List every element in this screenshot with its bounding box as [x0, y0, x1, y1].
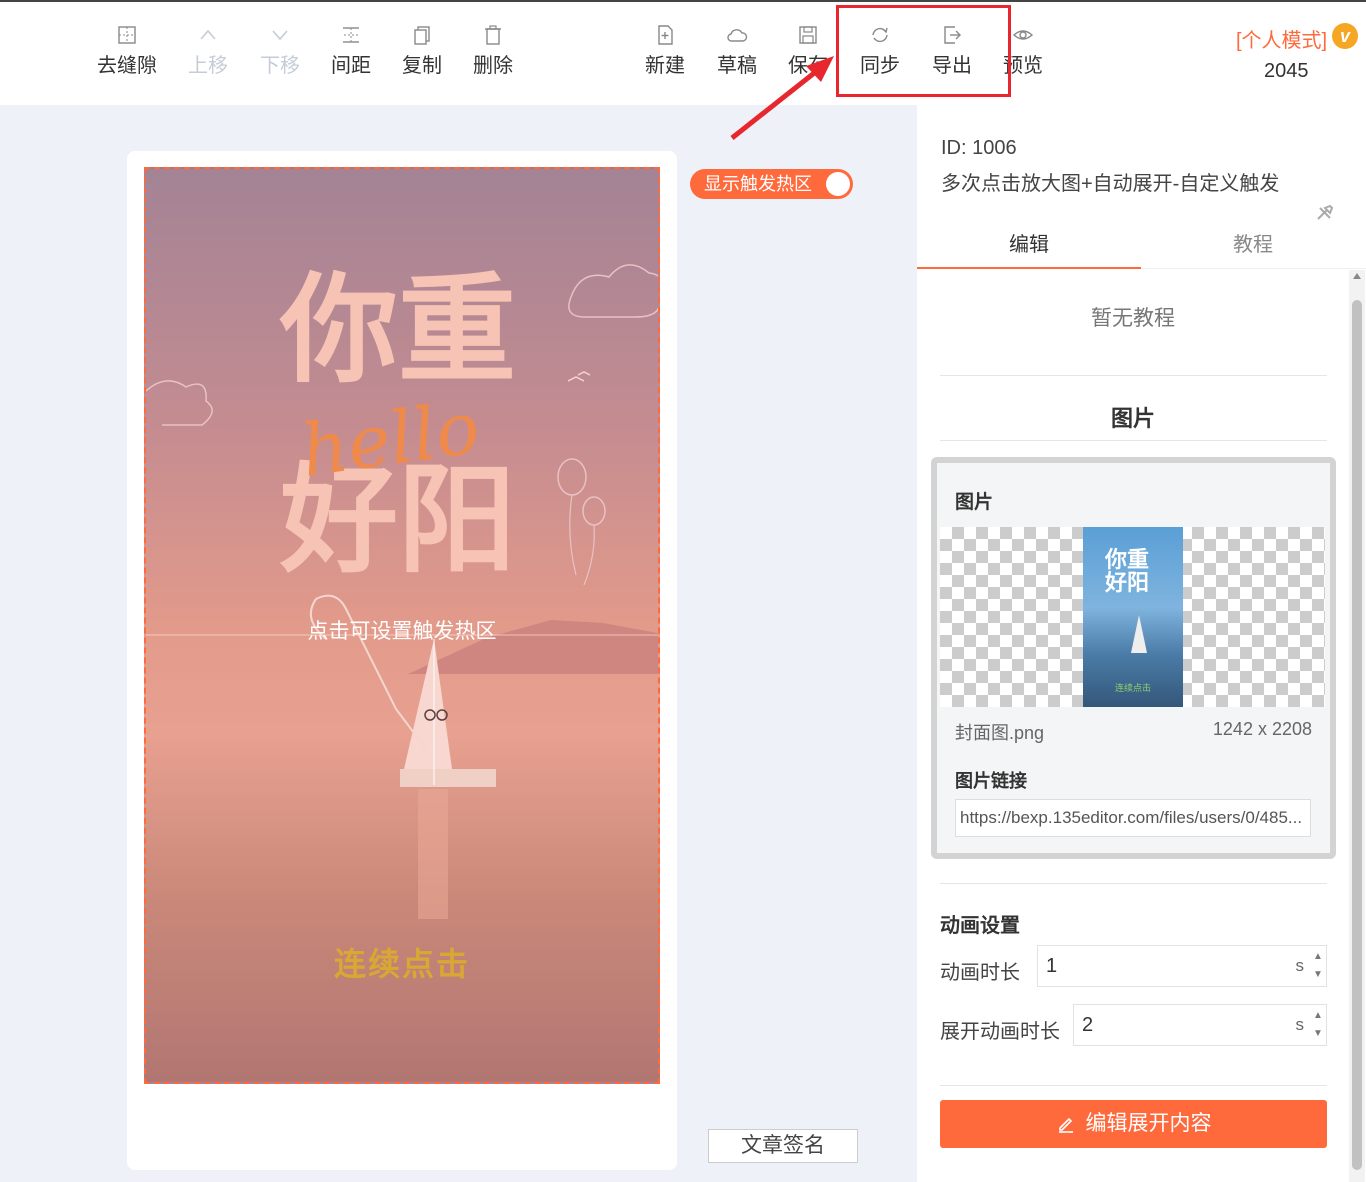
spacing-icon	[343, 27, 359, 43]
draft-button[interactable]: 草稿	[705, 24, 769, 78]
expand-duration-label: 展开动画时长	[940, 1021, 1060, 1043]
poster-image[interactable]: 你重 好阳 hello 点击可设置触发热区 连续点击	[144, 167, 660, 1084]
thumb-tap-text: 连续点击	[1114, 683, 1151, 693]
new-label: 新建	[645, 55, 685, 77]
thumb-sail-shape	[1131, 615, 1147, 653]
template-id: ID: 1006	[941, 137, 1017, 159]
edit-expand-content-button[interactable]: 编辑展开内容	[940, 1100, 1327, 1148]
divider	[940, 375, 1327, 376]
copy-icon	[414, 26, 430, 45]
signature-button[interactable]: 文章签名	[708, 1129, 858, 1163]
copy-button[interactable]: 复制	[390, 24, 454, 78]
move-down-button[interactable]: 下移	[248, 24, 312, 78]
toggle-knob	[826, 172, 850, 196]
thumb-text-bottom: 好阳	[1105, 570, 1150, 597]
image-settings-box: 图片 你重 好阳 连续点击 封面图.png 1242 x 2208 图片链接 ht…	[931, 457, 1336, 859]
move-down-label: 下移	[260, 55, 300, 77]
thumb-text: 你重 好阳	[1105, 547, 1150, 597]
cloud-icon	[727, 29, 748, 42]
file-size: 1242 x 2208	[1212, 719, 1312, 739]
image-thumbnail[interactable]: 你重 好阳 连续点击	[1083, 527, 1183, 707]
panel-scrollbar-thumb[interactable]	[1352, 300, 1362, 1170]
duration-input[interactable]: 1 s ▲ ▼	[1037, 945, 1327, 987]
save-label: 保存	[788, 55, 828, 77]
remove-gap-label: 去缝隙	[97, 55, 157, 77]
save-button[interactable]: 保存	[776, 24, 840, 78]
spacing-label: 间距	[331, 55, 371, 77]
tools-icon[interactable]	[1315, 203, 1335, 223]
spacing-button[interactable]: 间距	[319, 24, 383, 78]
remove-gap-button[interactable]: 去缝隙	[95, 24, 159, 78]
duration-stepper-icon[interactable]: ▲ ▼	[1312, 948, 1324, 984]
duration-unit: s	[1295, 956, 1305, 975]
new-file-icon	[658, 25, 673, 45]
copy-label: 复制	[402, 55, 442, 77]
expand-duration-value: 2	[1082, 1014, 1094, 1036]
template-name: 多次点击放大图+自动展开-自定义触发	[941, 173, 1280, 195]
chevron-down-icon	[272, 30, 288, 41]
tap-text: 连续点击	[333, 946, 470, 982]
panel-tabs: 编辑 教程	[917, 225, 1366, 269]
expand-stepper-icon[interactable]: ▲ ▼	[1312, 1007, 1324, 1043]
divider	[940, 1085, 1327, 1086]
draft-label: 草稿	[717, 55, 757, 77]
image-link-input[interactable]: https://bexp.135editor.com/files/users/0…	[955, 799, 1311, 837]
top-toolbar: 去缝隙 上移 下移 间距 复制 删除 新建 草稿 保存 同步 导出 预览 [个人…	[0, 2, 1366, 105]
vip-badge-icon: v	[1332, 23, 1358, 49]
thumb-text-top: 你重	[1105, 547, 1150, 573]
no-tutorial-text: 暂无教程	[1091, 307, 1175, 330]
expand-duration-input[interactable]: 2 s ▲ ▼	[1073, 1004, 1327, 1046]
duration-value: 1	[1046, 955, 1058, 977]
pencil-icon	[1058, 1117, 1073, 1133]
hotspot-toggle[interactable]: 显示触发热区	[690, 169, 853, 199]
delete-label: 删除	[473, 55, 513, 77]
poster-title-top: 你重	[280, 260, 517, 399]
image-box-title: 图片	[955, 492, 994, 513]
personal-mode-link[interactable]: [个人模式]	[1236, 24, 1327, 53]
duration-label: 动画时长	[940, 962, 1020, 984]
right-panel: ID: 1006 多次点击放大图+自动展开-自定义触发 编辑 教程 暂无教程 图…	[917, 105, 1366, 1182]
tab-edit[interactable]: 编辑	[917, 225, 1141, 269]
divider	[940, 440, 1327, 441]
divider	[940, 883, 1327, 884]
move-up-button[interactable]: 上移	[176, 24, 240, 78]
eye-icon	[1012, 30, 1034, 40]
user-count: 2045	[1264, 60, 1309, 82]
expand-duration-unit: s	[1295, 1015, 1305, 1034]
new-button[interactable]: 新建	[633, 24, 697, 78]
grid-gap-icon	[118, 26, 136, 44]
trash-icon	[485, 25, 501, 45]
save-icon	[799, 26, 817, 44]
tab-tutorial[interactable]: 教程	[1141, 225, 1365, 269]
move-up-label: 上移	[188, 55, 228, 77]
delete-button[interactable]: 删除	[461, 24, 525, 78]
chevron-up-icon	[200, 29, 216, 40]
hotspot-toggle-label: 显示触发热区	[704, 174, 812, 194]
hotspot-text: 点击可设置触发热区	[307, 620, 497, 643]
annotation-highlight-box	[836, 5, 1011, 97]
image-section-title: 图片	[1110, 406, 1155, 431]
scroll-up-icon[interactable]	[1353, 273, 1361, 279]
file-name: 封面图.png	[955, 723, 1045, 743]
edit-expand-content-label: 编辑展开内容	[1085, 1112, 1212, 1135]
animation-settings-title: 动画设置	[940, 915, 1020, 937]
image-link-label: 图片链接	[955, 771, 1027, 791]
